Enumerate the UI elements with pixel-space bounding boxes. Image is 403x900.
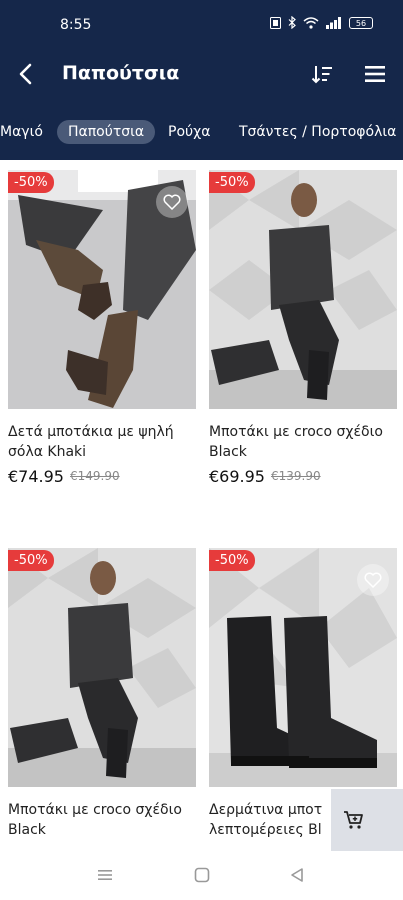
menu-icon[interactable] bbox=[363, 64, 387, 84]
discount-badge: -50% bbox=[209, 172, 255, 193]
product-name[interactable]: Δετά μποτάκια με ψηλή σόλα Khaki bbox=[8, 422, 198, 462]
status-bar: 8:55 56 bbox=[0, 0, 403, 44]
product-old-price: €139.90 bbox=[271, 469, 321, 483]
product-image[interactable] bbox=[209, 170, 397, 409]
product-name[interactable]: Μποτάκι με croco σχέδιο Black bbox=[209, 422, 399, 462]
signal-icon bbox=[326, 16, 341, 29]
system-nav-bar bbox=[0, 853, 403, 900]
heart-icon bbox=[364, 572, 382, 588]
discount-badge: -50% bbox=[8, 172, 54, 193]
product-old-price: €149.90 bbox=[70, 469, 120, 483]
product-name[interactable]: Μποτάκι με croco σχέδιο Black bbox=[8, 800, 198, 840]
wifi-icon bbox=[303, 16, 319, 29]
discount-badge: -50% bbox=[8, 550, 54, 571]
status-icons: 56 bbox=[270, 16, 373, 29]
battery-icon: 56 bbox=[349, 16, 373, 29]
favorite-button[interactable] bbox=[357, 564, 389, 596]
page-title: Παπούτσια bbox=[62, 62, 180, 84]
product-image[interactable] bbox=[8, 548, 196, 787]
battery-level: 56 bbox=[355, 18, 367, 28]
tab-bags-wallets[interactable]: Τσάντες / Πορτοφόλια bbox=[228, 120, 403, 144]
cart-button[interactable] bbox=[331, 789, 403, 851]
product-price: €74.95 bbox=[8, 467, 64, 486]
home-square-icon[interactable] bbox=[194, 867, 210, 883]
nfc-icon bbox=[270, 16, 281, 29]
product-price: €69.95 bbox=[209, 467, 265, 486]
top-app-bar: Παπούτσια bbox=[0, 44, 403, 104]
category-tabs: Μαγιό Παπούτσια Ρούχα Τσάντες / Πορτοφόλ… bbox=[0, 104, 403, 160]
recents-menu-icon[interactable] bbox=[97, 867, 113, 883]
tab-clothes[interactable]: Ρούχα bbox=[157, 120, 221, 144]
favorite-button[interactable] bbox=[156, 186, 188, 218]
add-to-cart-icon bbox=[344, 811, 363, 829]
tab-swimwear[interactable]: Μαγιό bbox=[0, 120, 54, 144]
sort-icon[interactable] bbox=[311, 64, 333, 84]
status-time: 8:55 bbox=[60, 17, 92, 33]
tab-shoes[interactable]: Παπούτσια bbox=[57, 120, 156, 144]
back-triangle-icon[interactable] bbox=[289, 867, 305, 883]
back-arrow-icon[interactable] bbox=[14, 62, 38, 86]
discount-badge: -50% bbox=[209, 550, 255, 571]
heart-icon bbox=[163, 194, 181, 210]
bluetooth-icon bbox=[288, 16, 296, 29]
product-grid: -50% Δετά μποτάκια με ψηλή σόλα Khaki €7… bbox=[0, 160, 403, 853]
